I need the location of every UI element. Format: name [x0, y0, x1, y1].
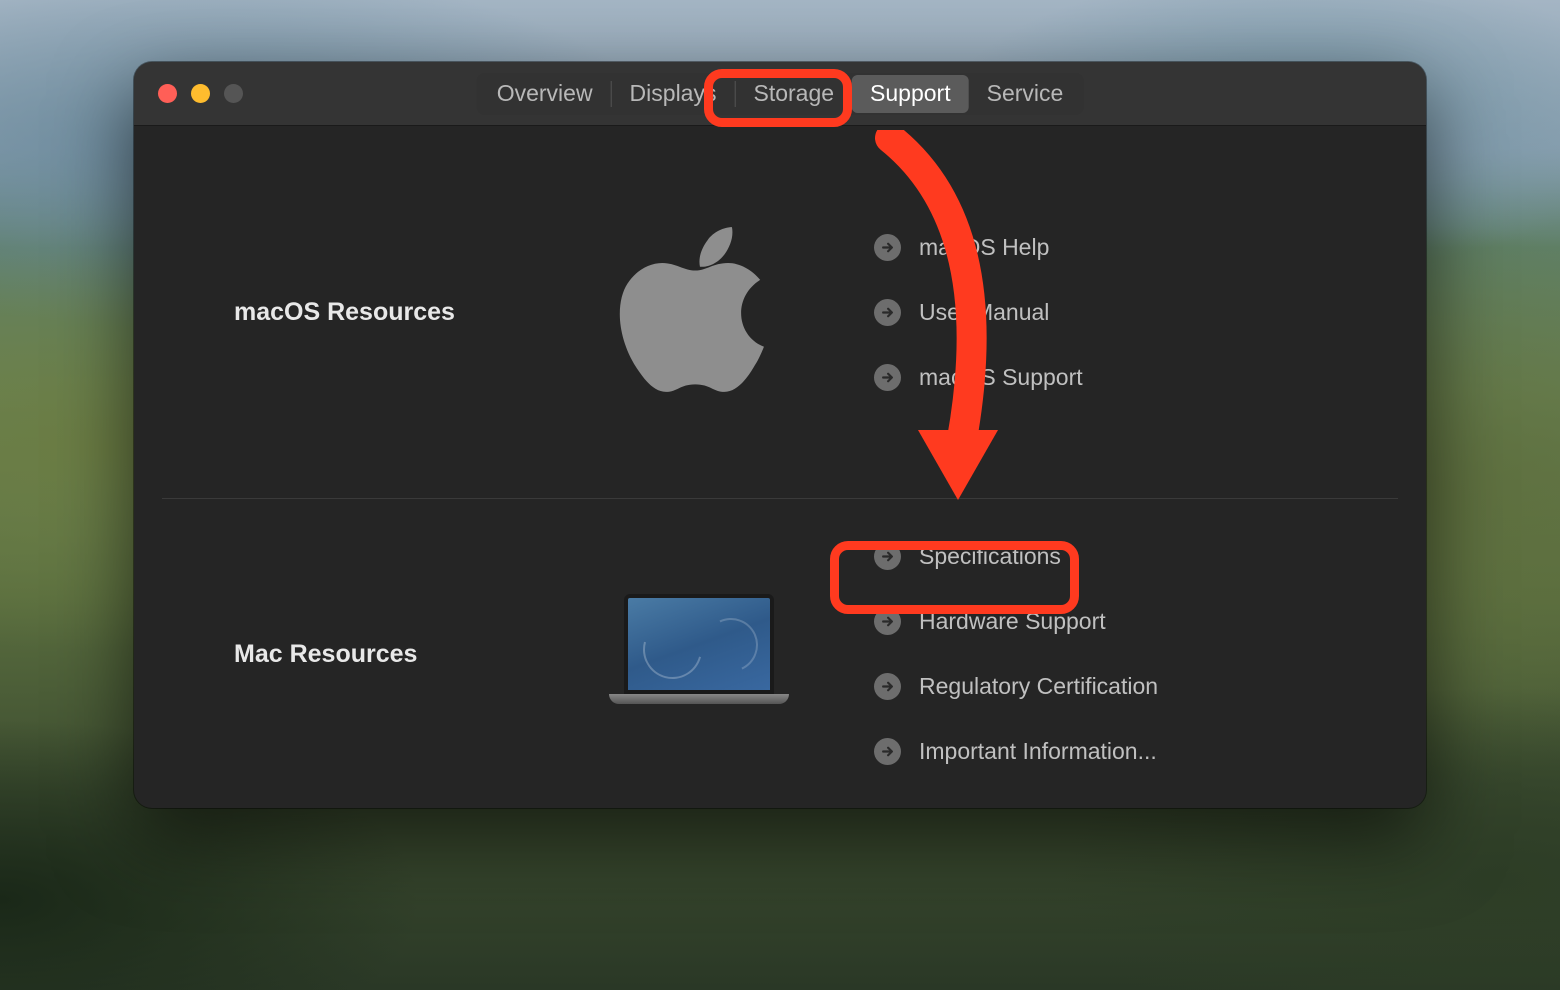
- link-label: Important Information...: [919, 738, 1157, 765]
- link-user-manual[interactable]: User Manual: [874, 299, 1396, 326]
- arrow-right-circle-icon: [874, 673, 901, 700]
- link-label: Hardware Support: [919, 608, 1106, 635]
- arrow-right-circle-icon: [874, 299, 901, 326]
- tab-overview[interactable]: Overview: [479, 75, 611, 113]
- tab-displays[interactable]: Displays: [612, 75, 735, 113]
- maximize-button[interactable]: [224, 84, 243, 103]
- link-label: Regulatory Certification: [919, 673, 1158, 700]
- support-content: macOS Resources macOS Help: [134, 126, 1426, 808]
- link-regulatory-certification[interactable]: Regulatory Certification: [874, 673, 1396, 700]
- link-macos-help[interactable]: macOS Help: [874, 234, 1396, 261]
- link-important-information[interactable]: Important Information...: [874, 738, 1396, 765]
- apple-logo-icon: [619, 215, 779, 410]
- macos-resources-section: macOS Resources macOS Help: [134, 126, 1426, 498]
- macbook-icon-wrap: [554, 594, 844, 714]
- link-label: macOS Help: [919, 234, 1049, 261]
- arrow-right-circle-icon: [874, 608, 901, 635]
- tab-service[interactable]: Service: [969, 75, 1082, 113]
- about-this-mac-window: Overview Displays Storage Support Servic…: [134, 62, 1426, 808]
- arrow-right-circle-icon: [874, 364, 901, 391]
- close-button[interactable]: [158, 84, 177, 103]
- tab-group: Overview Displays Storage Support Servic…: [477, 73, 1084, 115]
- titlebar: Overview Displays Storage Support Servic…: [134, 62, 1426, 126]
- mac-resources-section: Mac Resources Specifications: [134, 499, 1426, 808]
- macos-resources-title: macOS Resources: [234, 298, 554, 327]
- apple-logo-wrap: [554, 215, 844, 410]
- macbook-icon: [609, 594, 789, 714]
- link-label: macOS Support: [919, 364, 1083, 391]
- tab-storage[interactable]: Storage: [735, 75, 852, 113]
- arrow-right-circle-icon: [874, 738, 901, 765]
- window-controls: [134, 84, 243, 103]
- minimize-button[interactable]: [191, 84, 210, 103]
- link-specifications[interactable]: Specifications: [874, 543, 1396, 570]
- tab-support[interactable]: Support: [852, 75, 969, 113]
- link-macos-support[interactable]: macOS Support: [874, 364, 1396, 391]
- link-label: Specifications: [919, 543, 1061, 570]
- mac-links: Specifications Hardware Support Regulato…: [844, 543, 1396, 765]
- link-label: User Manual: [919, 299, 1049, 326]
- link-hardware-support[interactable]: Hardware Support: [874, 608, 1396, 635]
- arrow-right-circle-icon: [874, 543, 901, 570]
- arrow-right-circle-icon: [874, 234, 901, 261]
- macos-links: macOS Help User Manual macOS Support: [844, 234, 1396, 391]
- mac-resources-title: Mac Resources: [234, 640, 554, 669]
